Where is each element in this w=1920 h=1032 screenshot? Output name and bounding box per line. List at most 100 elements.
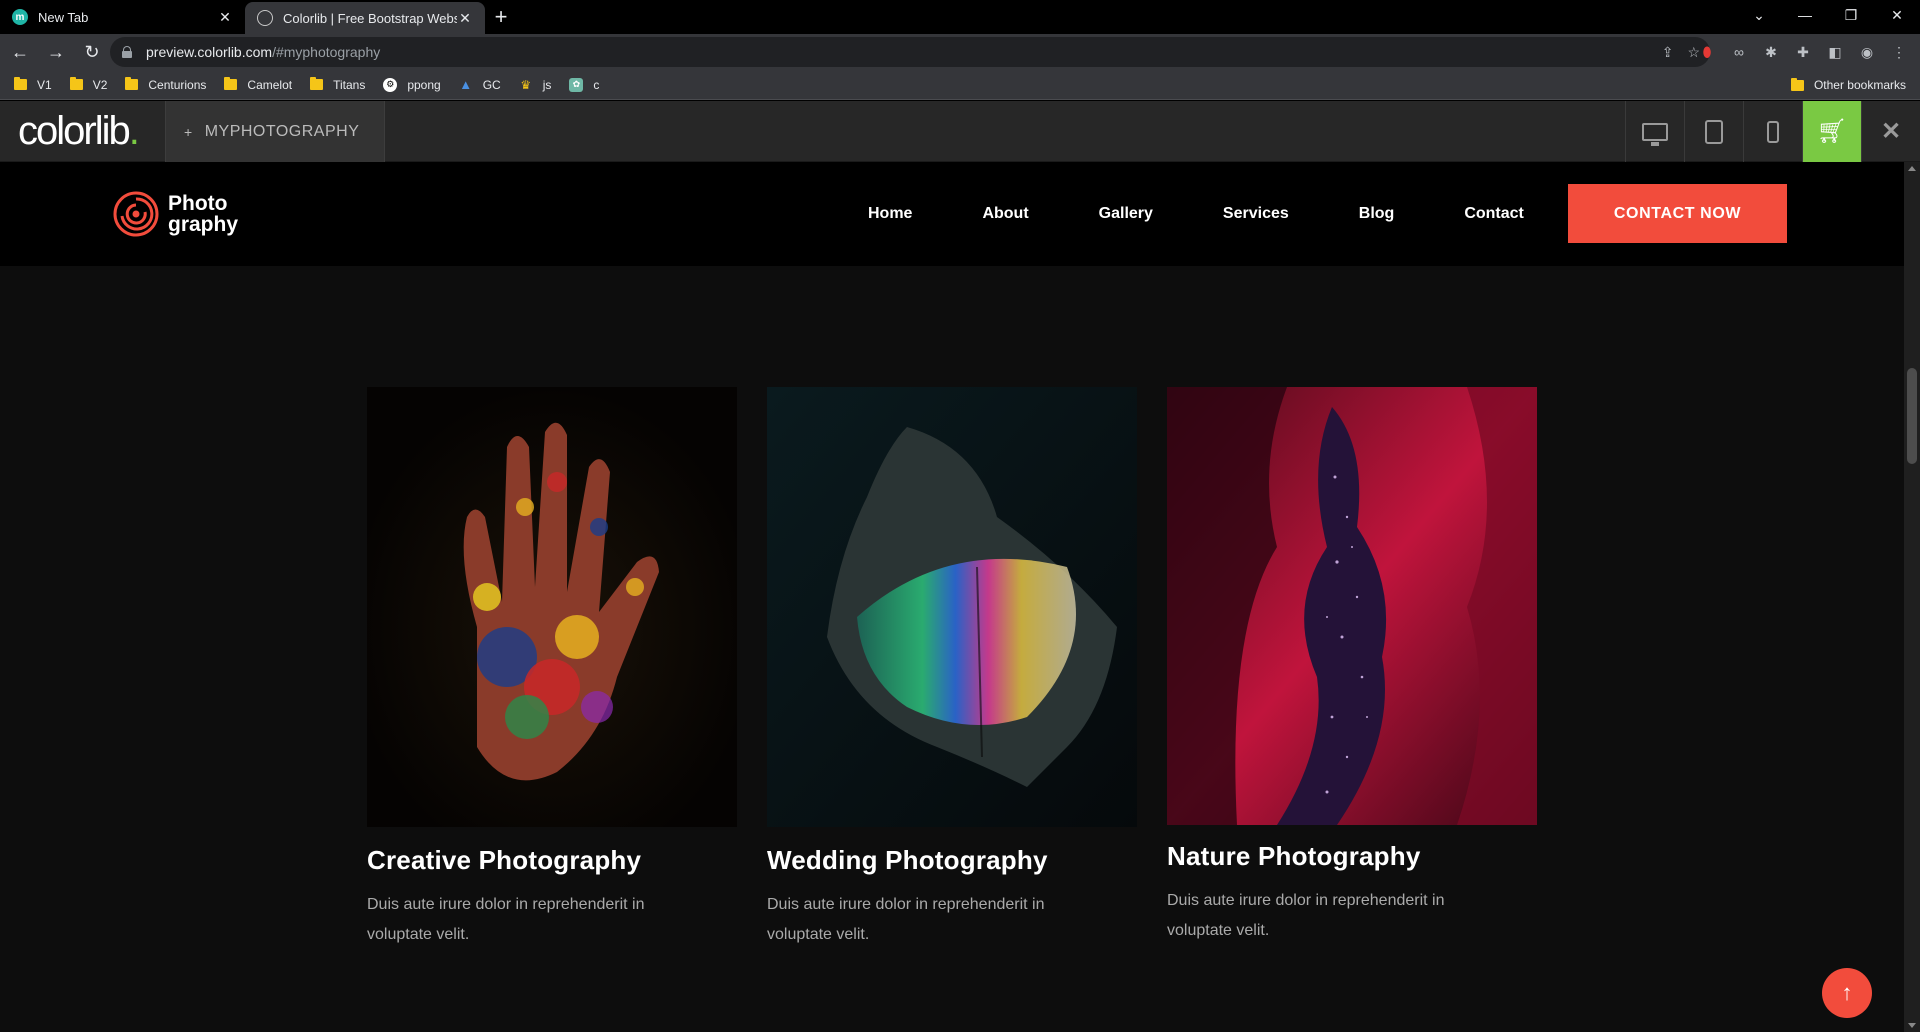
browser-toolbar: ← → ↻ preview.colorlib.com /#myphotograp… bbox=[0, 34, 1920, 70]
forward-button[interactable]: → bbox=[40, 36, 72, 68]
gc-icon: ▲ bbox=[459, 77, 473, 92]
bookmark-link[interactable]: ♛ js bbox=[519, 77, 552, 92]
tab-title: New Tab bbox=[38, 9, 89, 25]
lock-icon bbox=[122, 46, 132, 58]
globe-icon bbox=[257, 10, 273, 26]
minimize-button[interactable]: — bbox=[1782, 0, 1828, 30]
extension-red-icon[interactable]: ⬮ bbox=[1696, 41, 1718, 63]
mobile-icon bbox=[1767, 120, 1779, 143]
folder-icon bbox=[125, 77, 139, 90]
folder-icon bbox=[14, 77, 27, 90]
bookmarks-bar: V1 V2 Centurions Camelot Titans ⚙ ppong ▲… bbox=[0, 70, 1920, 100]
desktop-icon bbox=[1642, 122, 1668, 146]
bookmark-label: GC bbox=[482, 77, 501, 92]
tablet-icon bbox=[1705, 119, 1723, 144]
site-logo[interactable]: Photo graphy bbox=[112, 190, 238, 238]
new-tab-button[interactable]: + bbox=[485, 0, 517, 34]
tab-search-icon[interactable]: ⌄ bbox=[1736, 0, 1782, 30]
bookmark-folder[interactable]: Camelot bbox=[224, 77, 292, 92]
service-card: Nature Photography Duis aute irure dolor… bbox=[1167, 387, 1537, 946]
other-bookmarks-label: Other bookmarks bbox=[1813, 78, 1906, 92]
bookmark-link[interactable]: ✿ c bbox=[569, 77, 600, 92]
chatgpt-icon: ✿ bbox=[569, 77, 584, 92]
close-tab-icon[interactable]: ✕ bbox=[457, 10, 473, 27]
close-icon: ✕ bbox=[1880, 118, 1902, 145]
tablet-view-button[interactable] bbox=[1684, 101, 1743, 162]
device-switcher: 🛒︎ ✕ bbox=[1625, 101, 1920, 162]
arrow-up-icon: ↑ bbox=[1841, 980, 1853, 1005]
other-bookmarks[interactable]: Other bookmarks bbox=[1790, 70, 1906, 100]
menu-kebab-icon[interactable]: ⋮ bbox=[1888, 41, 1910, 63]
bookmark-folder[interactable]: Titans bbox=[310, 77, 365, 92]
desktop-view-button[interactable] bbox=[1625, 101, 1684, 162]
bookmark-label: V1 bbox=[37, 77, 52, 92]
address-bar[interactable]: preview.colorlib.com /#myphotography ⇪ ☆ bbox=[110, 37, 1710, 67]
card-title[interactable]: Creative Photography bbox=[367, 845, 737, 876]
creative-photo-image[interactable] bbox=[367, 387, 737, 827]
new-tab-favicon-icon: m bbox=[12, 9, 28, 25]
mobile-view-button[interactable] bbox=[1743, 101, 1802, 162]
extension-gear-icon[interactable]: ✱ bbox=[1760, 41, 1782, 63]
scroll-up-icon[interactable] bbox=[1908, 166, 1916, 171]
card-title[interactable]: Wedding Photography bbox=[767, 845, 1137, 876]
card-title[interactable]: Nature Photography bbox=[1167, 841, 1537, 872]
scroll-to-top-button[interactable]: ↑ bbox=[1822, 968, 1872, 1018]
page-scrollbar[interactable] bbox=[1904, 162, 1920, 1032]
bookmark-folder[interactable]: V2 bbox=[69, 77, 108, 92]
nature-photo-image[interactable] bbox=[1167, 387, 1537, 825]
url-host: preview.colorlib.com bbox=[146, 44, 273, 60]
window-controls: ⌄ — ❐ ✕ bbox=[1736, 0, 1920, 30]
browser-tab-active[interactable]: Colorlib | Free Bootstrap Website ✕ bbox=[245, 2, 485, 34]
restore-button[interactable]: ❐ bbox=[1828, 0, 1874, 30]
colorlib-logo-text: colorlib bbox=[18, 109, 131, 153]
close-tab-icon[interactable]: ✕ bbox=[217, 9, 233, 26]
scrollbar-thumb[interactable] bbox=[1907, 368, 1917, 464]
side-panel-icon[interactable]: ◧ bbox=[1824, 41, 1846, 63]
folder-icon bbox=[69, 77, 83, 90]
bookmark-folder[interactable]: V1 bbox=[14, 77, 52, 92]
plus-icon: + bbox=[184, 123, 193, 140]
share-icon[interactable]: ⇪ bbox=[1662, 44, 1674, 61]
extensions-area: ⬮ ∞ ✱ ✚ ◧ ◉ ⋮ bbox=[1696, 34, 1910, 70]
close-window-button[interactable]: ✕ bbox=[1874, 0, 1920, 30]
contact-now-button[interactable]: CONTACT NOW bbox=[1568, 184, 1787, 243]
bookmark-folder[interactable]: Centurions bbox=[125, 77, 206, 92]
bookmark-link[interactable]: ⚙ ppong bbox=[383, 77, 441, 92]
nav-contact[interactable]: Contact bbox=[1464, 205, 1524, 223]
bookmark-label: c bbox=[593, 77, 600, 92]
card-text: Duis aute irure dolor in reprehenderit i… bbox=[367, 896, 645, 943]
nav-home[interactable]: Home bbox=[868, 205, 912, 223]
cart-icon: 🛒︎ bbox=[1816, 118, 1848, 145]
colorlib-logo-dot: . bbox=[128, 109, 140, 153]
bookmark-link[interactable]: ▲ GC bbox=[459, 77, 501, 92]
close-preview-button[interactable]: ✕ bbox=[1861, 101, 1920, 162]
nav-blog[interactable]: Blog bbox=[1359, 205, 1395, 223]
folder-icon bbox=[1790, 77, 1804, 91]
nav-gallery[interactable]: Gallery bbox=[1099, 205, 1153, 223]
site-header: Photo graphy Home About Gallery Services… bbox=[0, 162, 1904, 266]
camera-aperture-icon bbox=[113, 191, 159, 237]
extensions-puzzle-icon[interactable]: ✚ bbox=[1792, 41, 1814, 63]
colorlib-logo[interactable]: colorlib. bbox=[18, 109, 140, 154]
scroll-down-icon[interactable] bbox=[1908, 1023, 1916, 1028]
reload-button[interactable]: ↻ bbox=[76, 36, 108, 68]
wedding-photo-image[interactable] bbox=[767, 387, 1137, 827]
brand-line-2: graphy bbox=[168, 213, 239, 236]
back-button[interactable]: ← bbox=[4, 36, 36, 68]
bookmark-label: js bbox=[542, 77, 552, 92]
profile-avatar-icon[interactable]: ◉ bbox=[1856, 41, 1878, 63]
ppong-icon: ⚙ bbox=[383, 77, 398, 92]
service-card: Wedding Photography Duis aute irure dolo… bbox=[767, 387, 1137, 950]
bookmark-label: ppong bbox=[407, 77, 441, 92]
nav-services[interactable]: Services bbox=[1223, 205, 1289, 223]
url-path: /#myphotography bbox=[272, 44, 381, 60]
theme-selector[interactable]: + MYPHOTOGRAPHY bbox=[165, 101, 385, 162]
folder-icon bbox=[224, 77, 238, 90]
colorlib-preview-bar: colorlib. + MYPHOTOGRAPHY 🛒︎ ✕ bbox=[0, 101, 1920, 162]
buy-button[interactable]: 🛒︎ bbox=[1802, 101, 1861, 162]
nav-about[interactable]: About bbox=[982, 205, 1028, 223]
bookmark-label: V2 bbox=[92, 77, 108, 92]
main-nav: Home About Gallery Services Blog Contact bbox=[868, 162, 1524, 266]
browser-tab[interactable]: m New Tab ✕ bbox=[0, 0, 245, 34]
extension-glasses-icon[interactable]: ∞ bbox=[1728, 41, 1750, 63]
